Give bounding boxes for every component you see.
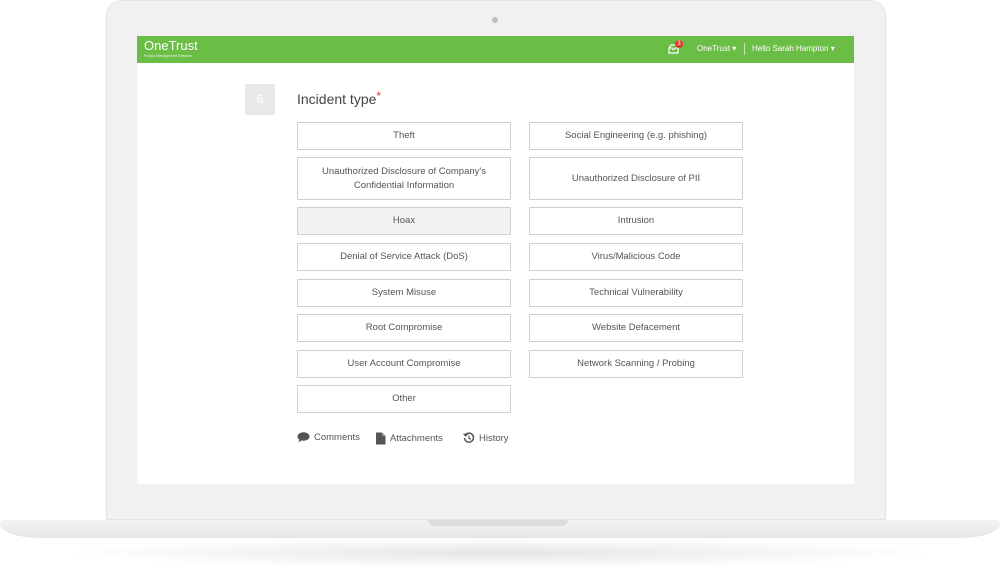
question-title: Incident type*: [297, 89, 382, 107]
attachments-label: Attachments: [390, 433, 443, 444]
option-website-defacement[interactable]: Website Defacement: [529, 314, 743, 342]
brand-tagline: Privacy Management Software: [144, 54, 192, 58]
option-other[interactable]: Other: [297, 385, 511, 413]
option-virus-malicious-code[interactable]: Virus/Malicious Code: [529, 243, 743, 271]
attachments-link[interactable]: Attachments: [375, 432, 443, 445]
history-link[interactable]: History: [463, 432, 509, 444]
app-screen: OneTrust Privacy Management Software 3 O…: [137, 36, 854, 484]
question-title-text: Incident type: [297, 91, 377, 107]
option-hoax[interactable]: Hoax: [297, 207, 511, 235]
notification-badge: 3: [675, 40, 683, 48]
option-unauthorized-disclosure-pii[interactable]: Unauthorized Disclosure of PII: [529, 157, 743, 200]
option-user-account-compromise[interactable]: User Account Compromise: [297, 350, 511, 378]
user-menu[interactable]: Hello Sarah Hampton ▾: [752, 44, 835, 53]
option-root-compromise[interactable]: Root Compromise: [297, 314, 511, 342]
top-navbar: OneTrust Privacy Management Software 3 O…: [137, 36, 854, 63]
history-label: History: [479, 432, 509, 444]
question-number: 6: [245, 84, 275, 115]
laptop-shadow: [60, 538, 940, 568]
option-intrusion[interactable]: Intrusion: [529, 207, 743, 235]
option-system-misuse[interactable]: System Misuse: [297, 279, 511, 307]
comments-link[interactable]: Comments: [297, 432, 360, 443]
history-icon: [463, 432, 475, 443]
option-theft[interactable]: Theft: [297, 122, 511, 150]
comments-label: Comments: [314, 432, 360, 443]
attachment-icon: [376, 432, 386, 445]
option-network-scanning[interactable]: Network Scanning / Probing: [529, 350, 743, 378]
org-menu[interactable]: OneTrust ▾: [697, 44, 736, 53]
menu-divider: [744, 43, 745, 55]
option-denial-of-service[interactable]: Denial of Service Attack (DoS): [297, 243, 511, 271]
brand-logo[interactable]: OneTrust: [144, 39, 198, 52]
option-unauthorized-disclosure-confidential[interactable]: Unauthorized Disclosure of Company's Con…: [297, 157, 511, 200]
laptop-notch: [428, 520, 568, 526]
required-marker: *: [376, 89, 382, 103]
comment-icon: [297, 432, 310, 443]
option-social-engineering[interactable]: Social Engineering (e.g. phishing): [529, 122, 743, 150]
option-technical-vulnerability[interactable]: Technical Vulnerability: [529, 279, 743, 307]
camera-icon: [492, 17, 498, 23]
